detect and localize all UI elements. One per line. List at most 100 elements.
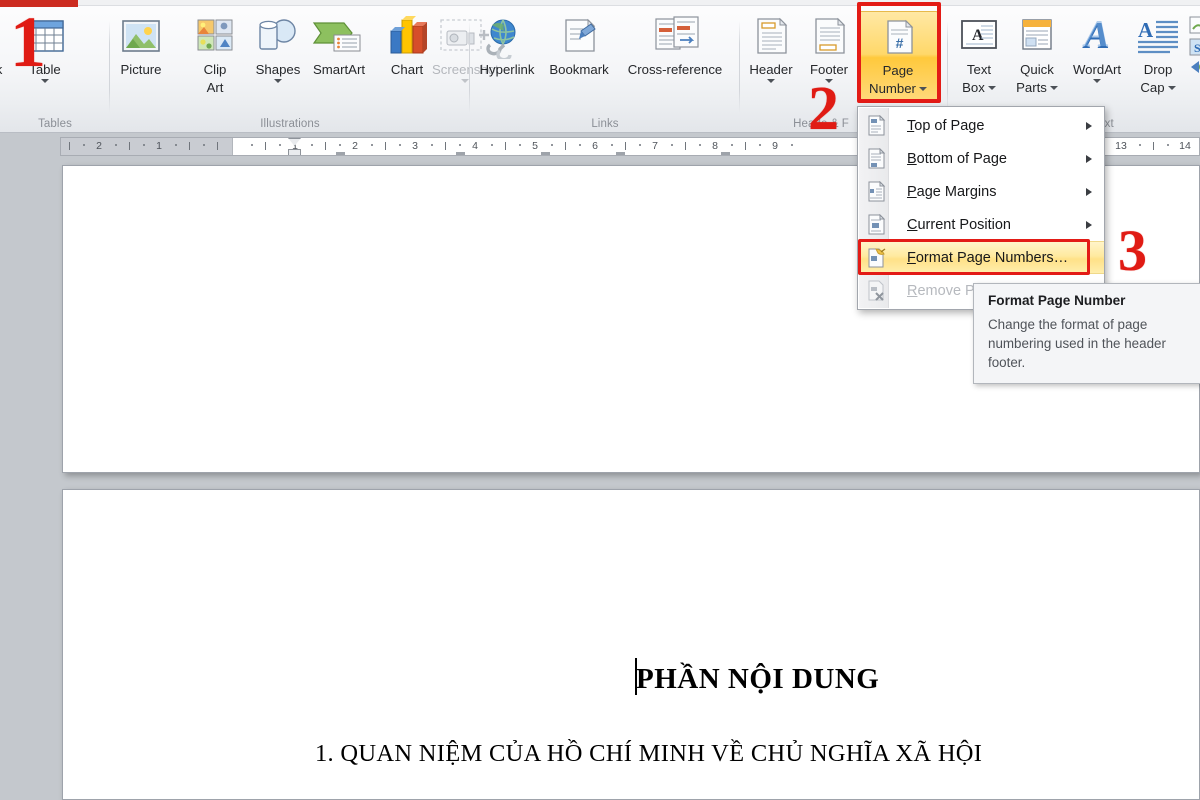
text-box-button[interactable]: A Text Box [952, 13, 1006, 95]
menu-item-current-position[interactable]: Current Position [858, 208, 1104, 241]
page-number-label-text: Number [869, 81, 916, 96]
ruler-tick: 2 [352, 140, 358, 152]
smartart-label: SmartArt [312, 62, 366, 77]
page-margins-number-icon [863, 179, 890, 204]
drop-cap-label-line2: Cap [1140, 80, 1176, 95]
drop-cap-label-text: Cap [1140, 80, 1165, 95]
menu-item-top-of-page[interactable]: Top of Page [858, 109, 1104, 142]
ruler-tick: 1 [156, 140, 162, 152]
picture-label: Picture [120, 62, 162, 77]
tooltip-body: Change the format of page numbering used… [988, 317, 1166, 370]
header-label: Header [749, 62, 793, 77]
page-number-label-line1: Page [882, 63, 914, 78]
menu-item-label: Format Page Numbers… [907, 249, 1069, 266]
page-bottom-number-icon [863, 146, 890, 171]
wordart-label: WordArt [1072, 62, 1122, 77]
text-box-label-text: Box [962, 80, 985, 95]
menu-item-bottom-of-page[interactable]: Bottom of Page [858, 142, 1104, 175]
tab-stop-marker[interactable] [541, 152, 550, 155]
quick-parts-label-line1: Quick [1020, 62, 1054, 77]
ruler-tick: 4 [472, 140, 478, 152]
header-chevron-down-icon[interactable] [767, 79, 775, 83]
chart-label: Chart [390, 62, 424, 77]
annotation-step-2: 2 [808, 75, 839, 143]
submenu-arrow-icon [1086, 187, 1092, 196]
document-heading: PHẦN NỘI DUNG [636, 663, 880, 695]
ribbon-group-illustrations: Picture Clip Art Shapes SmartArt Chart S… [110, 7, 499, 132]
page-top-number-icon [863, 113, 890, 138]
cross-reference-button[interactable]: Cross-reference [620, 13, 730, 77]
tooltip-title: Format Page Number [988, 293, 1126, 308]
submenu-arrow-icon [1086, 220, 1092, 229]
wordart-icon: A A [1070, 13, 1124, 59]
document-list-item-1: 1. QUAN NIỆM CỦA HỒ CHÍ MINH VỀ CHỦ NGHĨ… [315, 740, 983, 767]
partial-right-icons[interactable]: S [1188, 15, 1200, 99]
menu-item-page-margins[interactable]: Page Margins [858, 175, 1104, 208]
hyperlink-button[interactable]: Hyperlink [476, 13, 538, 77]
chart-button[interactable]: Chart [382, 13, 432, 77]
shapes-label: Shapes [255, 62, 301, 77]
text-box-icon: A [952, 13, 1006, 59]
drop-cap-icon: A [1130, 13, 1186, 59]
smartart-icon [308, 13, 370, 59]
shapes-button[interactable]: Shapes [250, 13, 306, 83]
hyperlink-label: Hyperlink [479, 62, 535, 77]
tooltip: Format Page Number Change the format of … [973, 283, 1200, 384]
wordart-chevron-down-icon[interactable] [1093, 79, 1101, 83]
tab-stop-marker[interactable] [456, 152, 465, 155]
tab-stop-marker[interactable] [336, 152, 345, 155]
tab-stop-marker[interactable] [721, 152, 730, 155]
bookmark-button[interactable]: Bookmark [548, 13, 610, 77]
submenu-arrow-icon [1086, 121, 1092, 130]
text-box-label-line2: Box [962, 80, 996, 95]
drop-cap-chevron-down-icon[interactable] [1167, 85, 1176, 90]
menu-item-format-page-numbers[interactable]: Format Page Numbers… [858, 241, 1104, 274]
quick-parts-label-text: Parts [1016, 80, 1047, 95]
shapes-chevron-down-icon[interactable] [274, 79, 282, 83]
shapes-icon [250, 13, 306, 59]
page-number-menu[interactable]: Top of Page Bottom of Page Page Margins … [857, 106, 1105, 310]
tab-stop-marker[interactable] [616, 152, 625, 155]
smartart-button[interactable]: SmartArt [308, 13, 370, 77]
chart-icon [382, 13, 432, 59]
page-current-position-icon [863, 212, 890, 237]
clip-art-icon [192, 13, 238, 59]
svg-text:S: S [1194, 41, 1200, 55]
menu-item-label: Top of Page [907, 117, 985, 134]
page-number-icon: # [875, 14, 921, 60]
annotation-step-1: 1 [10, 2, 46, 82]
ruler-tick: 3 [412, 140, 418, 152]
page-number-label-line2: Number [869, 81, 927, 96]
text-box-label-line1: Text [966, 62, 992, 77]
page-number-chevron-down-icon[interactable] [918, 86, 927, 91]
ribbon-group-links: Hyperlink Bookmark Cross-reference Links [470, 7, 740, 132]
text-box-chevron-down-icon[interactable] [987, 85, 996, 90]
quick-parts-chevron-down-icon[interactable] [1049, 85, 1058, 90]
footer-button[interactable]: Footer [802, 13, 856, 83]
drop-cap-button[interactable]: A Drop Cap [1130, 13, 1186, 95]
tab-strip [78, 0, 1200, 6]
picture-button[interactable]: Picture [118, 13, 164, 77]
clip-art-button[interactable]: Clip Art [192, 13, 238, 95]
document-page-2[interactable]: PHẦN NỘI DUNG 1. QUAN NIỆM CỦA HỒ CHÍ MI… [62, 489, 1200, 800]
menu-item-label: Remove P [907, 282, 975, 299]
ruler-tick: 2 [96, 140, 102, 152]
ruler-tick: 6 [592, 140, 598, 152]
bookmark-label: Bookmark [549, 62, 609, 77]
submenu-arrow-icon [1086, 154, 1092, 163]
partial-left-label: k [0, 62, 2, 77]
ruler-tick: 14 [1179, 140, 1191, 152]
quick-parts-button[interactable]: Quick Parts [1010, 13, 1064, 95]
wordart-button[interactable]: A A WordArt [1070, 13, 1124, 83]
ruler-tick: 9 [772, 140, 778, 152]
quick-parts-icon [1010, 13, 1064, 59]
clip-art-label-line1: Clip [203, 62, 227, 77]
left-indent-marker[interactable] [288, 149, 301, 155]
svg-text:A: A [1082, 15, 1109, 55]
format-page-number-icon [863, 245, 890, 270]
header-button[interactable]: Header [744, 13, 798, 83]
ruler-tick: 7 [652, 140, 658, 152]
ruler-tick: 8 [712, 140, 718, 152]
page-number-button[interactable]: # Page Number [858, 11, 938, 101]
group-title-illustrations: Illustrations [260, 118, 320, 130]
